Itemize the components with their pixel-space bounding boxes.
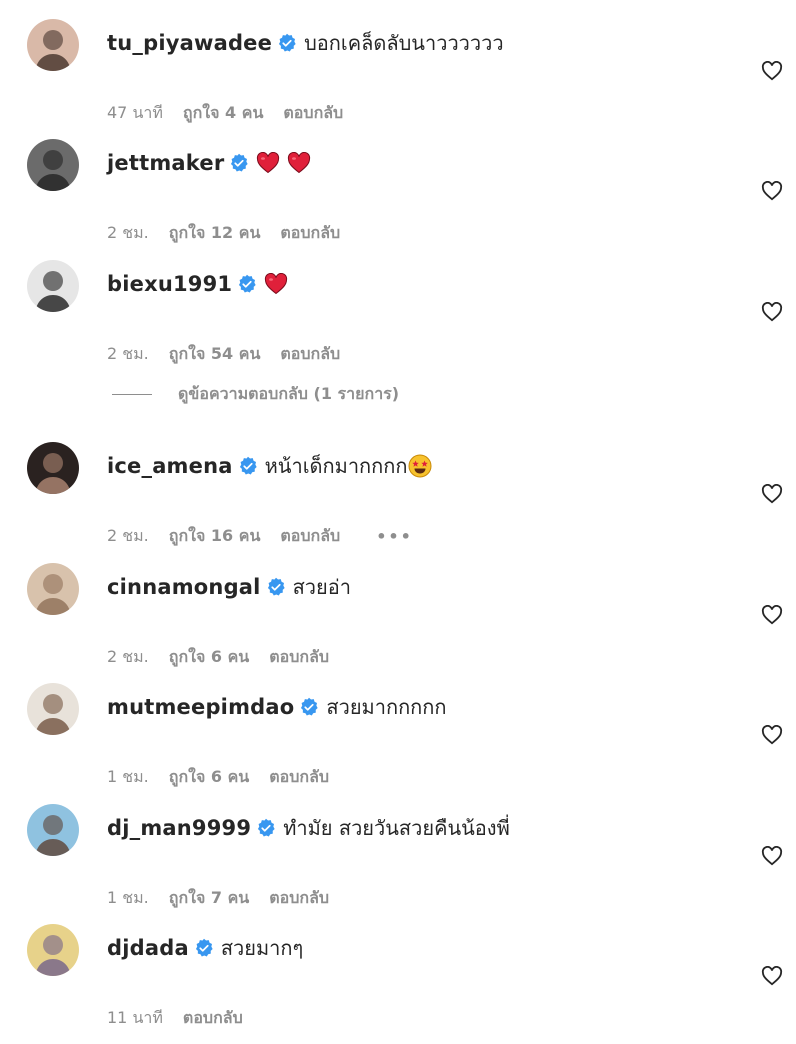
comment-meta: 2 ชม. ถูกใจ 54 คน ตอบกลับ	[107, 342, 360, 366]
username-link[interactable]: tu_piyawadee	[107, 31, 272, 55]
more-options-icon[interactable]: •••	[376, 527, 413, 546]
heart-outline-icon[interactable]	[761, 966, 783, 986]
username-link[interactable]: dj_man9999	[107, 816, 251, 840]
avatar[interactable]	[27, 139, 79, 191]
heart-outline-icon[interactable]	[761, 61, 783, 81]
reply-button[interactable]: ตอบกลับ	[280, 524, 340, 549]
reply-button[interactable]: ตอบกลับ	[280, 342, 340, 367]
comment-meta: 2 ชม. ถูกใจ 12 คน ตอบกลับ	[107, 221, 360, 245]
view-replies-link[interactable]: ดูข้อความตอบกลับ (1 รายการ)	[112, 382, 399, 406]
reply-button[interactable]: ตอบกลับ	[183, 1006, 243, 1031]
username-link[interactable]: djdada	[107, 936, 189, 960]
comment-time[interactable]: 1 ชม.	[107, 886, 149, 911]
reply-button[interactable]: ตอบกลับ	[280, 221, 340, 246]
avatar[interactable]	[27, 563, 79, 615]
comment-time[interactable]: 2 ชม.	[107, 221, 149, 246]
comment-time[interactable]: 2 ชม.	[107, 342, 149, 367]
comment-text: ทำมัย สวยวันสวยคืนน้องพี่	[283, 816, 510, 840]
comment-row: cinnamongal สวยอ่า 2 ชม. ถูกใจ 6 คน ตอบกลับ	[0, 563, 796, 683]
username-link[interactable]: biexu1991	[107, 272, 232, 296]
comment-row: mutmeepimdao สวยมากกกกก 1 ชม. ถูกใจ 6 คน ตอบ…	[0, 683, 796, 803]
comment-time[interactable]: 2 ชม.	[107, 645, 149, 670]
comment-time[interactable]: 1 ชม.	[107, 765, 149, 790]
comment-row: jettmaker 2 ชม. ถูกใจ 12 คน ตอบกลับ	[0, 139, 796, 259]
heart-outline-icon[interactable]	[761, 725, 783, 745]
like-count[interactable]: ถูกใจ 12 คน	[169, 221, 261, 246]
comment-row: ice_amena หน้าเด็กมากกกก 2 ชม. ถูกใจ 16 คน ต…	[0, 442, 796, 562]
comment-row: tu_piyawadee บอกเคล็ดลับนาวววววว 47 นาที ถู…	[0, 19, 796, 139]
avatar[interactable]	[27, 924, 79, 976]
like-count[interactable]: ถูกใจ 6 คน	[169, 645, 249, 670]
comment-meta: 47 นาที ถูกใจ 4 คน ตอบกลับ	[107, 101, 363, 125]
heart-outline-icon[interactable]	[761, 181, 783, 201]
avatar[interactable]	[27, 442, 79, 494]
comment-header: biexu1991	[107, 268, 295, 300]
verified-badge-icon	[277, 33, 297, 53]
comment-meta: 2 ชม. ถูกใจ 6 คน ตอบกลับ	[107, 645, 349, 669]
comment-header: mutmeepimdao สวยมากกกกก	[107, 691, 447, 723]
heart-outline-icon[interactable]	[761, 484, 783, 504]
like-count[interactable]: ถูกใจ 54 คน	[169, 342, 261, 367]
heart-outline-icon[interactable]	[761, 605, 783, 625]
reply-button[interactable]: ตอบกลับ	[269, 645, 329, 670]
verified-badge-icon	[237, 274, 257, 294]
comment-time[interactable]: 47 นาที	[107, 101, 163, 126]
verified-badge-icon	[266, 577, 286, 597]
like-count[interactable]: ถูกใจ 16 คน	[169, 524, 261, 549]
comment-header: djdada สวยมากๆ	[107, 932, 303, 964]
like-count[interactable]: ถูกใจ 4 คน	[183, 101, 263, 126]
username-link[interactable]: cinnamongal	[107, 575, 261, 599]
comment-header: cinnamongal สวยอ่า	[107, 571, 351, 603]
like-count[interactable]: ถูกใจ 6 คน	[169, 765, 249, 790]
reply-button[interactable]: ตอบกลับ	[283, 101, 343, 126]
verified-badge-icon	[238, 456, 258, 476]
comment-time[interactable]: 11 นาที	[107, 1006, 163, 1031]
comment-header: ice_amena หน้าเด็กมากกกก	[107, 450, 432, 482]
comment-text: หน้าเด็กมากกกก	[264, 454, 408, 478]
comment-text: สวยมากกกกก	[326, 695, 447, 719]
comment-meta: 2 ชม. ถูกใจ 16 คน ตอบกลับ •••	[107, 524, 433, 548]
verified-badge-icon	[194, 938, 214, 958]
comment-text: บอกเคล็ดลับนาวววววว	[304, 31, 504, 55]
comment-meta: 1 ชม. ถูกใจ 7 คน ตอบกลับ	[107, 886, 349, 910]
like-count[interactable]: ถูกใจ 7 คน	[169, 886, 249, 911]
comment-row: biexu1991 2 ชม. ถูกใจ 54 คน ตอบกลับ	[0, 260, 796, 380]
reply-button[interactable]: ตอบกลับ	[269, 886, 329, 911]
comment-row: dj_man9999 ทำมัย สวยวันสวยคืนน้องพี่ 1 ชม.…	[0, 804, 796, 924]
view-replies-label: ดูข้อความตอบกลับ (1 รายการ)	[178, 383, 400, 403]
star-struck-icon	[408, 454, 432, 478]
comment-meta: 11 นาที ตอบกลับ	[107, 1006, 263, 1030]
comment-row: djdada สวยมากๆ 11 นาที ตอบกลับ	[0, 924, 796, 1044]
avatar[interactable]	[27, 19, 79, 71]
username-link[interactable]: mutmeepimdao	[107, 695, 294, 719]
comment-text: สวยอ่า	[292, 575, 351, 599]
avatar[interactable]	[27, 683, 79, 735]
avatar[interactable]	[27, 804, 79, 856]
avatar[interactable]	[27, 260, 79, 312]
verified-badge-icon	[229, 153, 249, 173]
heart-outline-icon[interactable]	[761, 302, 783, 322]
comment-header: jettmaker	[107, 147, 318, 179]
red-heart-icon	[256, 152, 280, 174]
comment-meta: 1 ชม. ถูกใจ 6 คน ตอบกลับ	[107, 765, 349, 789]
verified-badge-icon	[299, 697, 319, 717]
divider	[112, 393, 152, 395]
verified-badge-icon	[256, 818, 276, 838]
comment-header: tu_piyawadee บอกเคล็ดลับนาวววววว	[107, 27, 504, 59]
reply-button[interactable]: ตอบกลับ	[269, 765, 329, 790]
comment-header: dj_man9999 ทำมัย สวยวันสวยคืนน้องพี่	[107, 812, 510, 844]
username-link[interactable]: jettmaker	[107, 151, 224, 175]
username-link[interactable]: ice_amena	[107, 454, 233, 478]
red-heart-icon	[264, 273, 288, 295]
comment-time[interactable]: 2 ชม.	[107, 524, 149, 549]
comment-text: สวยมากๆ	[220, 936, 304, 960]
heart-outline-icon[interactable]	[761, 846, 783, 866]
red-heart-icon	[287, 152, 311, 174]
